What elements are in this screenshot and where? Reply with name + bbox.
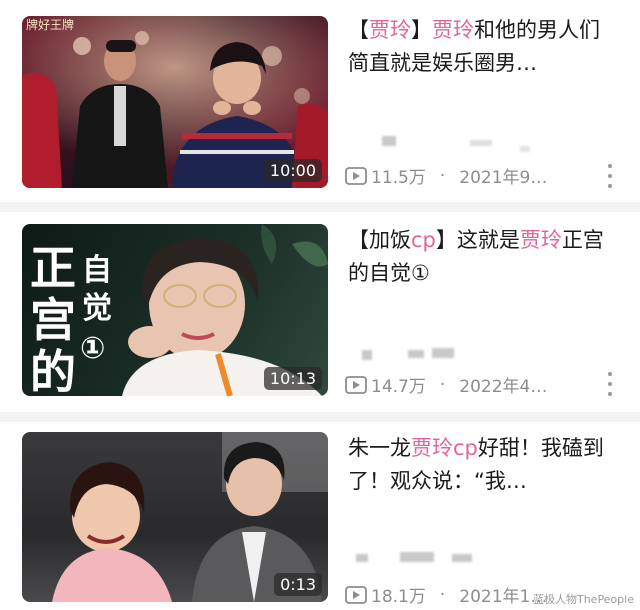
author-info-blurred: [408, 350, 424, 358]
author-info-blurred: [520, 146, 530, 152]
svg-text:正: 正: [30, 241, 76, 295]
card-divider: [0, 202, 640, 212]
view-count: 11.5万: [371, 168, 426, 188]
video-duration: 10:13: [263, 367, 322, 390]
video-duration: 0:13: [274, 573, 322, 596]
author-info-blurred: [356, 554, 368, 562]
video-meta: 18.1万 · 2021年1…: [345, 582, 547, 607]
view-count: 18.1万: [371, 587, 426, 607]
svg-text:觉: 觉: [82, 291, 112, 326]
more-options-icon[interactable]: [606, 372, 614, 396]
publish-date: 2022年4…: [459, 377, 548, 397]
author-info-blurred: [362, 350, 372, 360]
video-meta: 11.5万 · 2021年9…: [345, 163, 547, 188]
video-title[interactable]: 朱一龙贾玲cp好甜！我磕到了！观众说：“我…: [348, 432, 620, 502]
meta-separator: ·: [439, 165, 446, 186]
author-info-blurred: [432, 348, 454, 358]
author-info-blurred: [382, 136, 396, 146]
video-meta: 14.7万 · 2022年4…: [345, 372, 547, 397]
title-highlight: 贾玲: [519, 228, 562, 252]
meta-separator: ·: [439, 374, 446, 395]
video-title[interactable]: 【加饭cp】这就是贾玲正宫的自觉①: [348, 224, 620, 294]
video-thumbnail[interactable]: 0:13: [22, 432, 328, 602]
play-count-icon: [345, 166, 367, 185]
title-highlight: 贾玲: [369, 18, 411, 42]
video-card[interactable]: 正 宫 的 自 觉 ① 10:13 【加饭cp】这就是贾玲正宫的自觉① 14.7…: [0, 212, 640, 412]
video-thumbnail[interactable]: 牌好王牌 10:00: [22, 16, 328, 188]
play-count-icon: [345, 585, 367, 604]
video-thumbnail[interactable]: 正 宫 的 自 觉 ① 10:13: [22, 224, 328, 396]
view-count: 14.7万: [371, 377, 426, 397]
title-highlight: cp: [411, 228, 436, 252]
author-info-blurred: [452, 554, 472, 562]
thumbnail-caption: 牌好王牌: [26, 18, 74, 32]
video-title[interactable]: 【贾玲】贾玲和他的男人们 简直就是娱乐圈男…: [348, 14, 620, 84]
title-text: 【加饭: [348, 228, 411, 252]
svg-text:宫: 宫: [30, 293, 76, 347]
author-info-blurred: [470, 140, 492, 146]
publish-date: 2021年9…: [459, 168, 548, 188]
title-text: 】这就是: [435, 228, 520, 252]
svg-text:①: ①: [80, 331, 105, 366]
title-text: 【: [348, 18, 369, 42]
video-card[interactable]: 0:13 朱一龙贾玲cp好甜！我磕到了！观众说：“我… 18.1万 · 2021…: [0, 422, 640, 610]
svg-text:的: 的: [30, 345, 76, 396]
svg-text:自: 自: [82, 253, 112, 288]
play-count-icon: [345, 375, 367, 394]
author-info-blurred: [400, 552, 434, 562]
title-highlight: 贾玲cp: [411, 436, 478, 460]
title-text: 】: [411, 18, 432, 42]
card-divider: [0, 412, 640, 422]
watermark: 蓝极人物ThePeople: [532, 593, 634, 606]
video-card[interactable]: 牌好王牌 10:00 【贾玲】贾玲和他的男人们 简直就是娱乐圈男… 11.5万 …: [0, 0, 640, 200]
video-duration: 10:00: [263, 159, 322, 182]
thumbnail-overlay-text: 正 宫 的 自 觉 ①: [30, 241, 112, 396]
title-highlight: 贾玲: [432, 18, 474, 42]
meta-separator: ·: [439, 584, 446, 605]
title-text: 朱一龙: [348, 436, 411, 460]
more-options-icon[interactable]: [606, 164, 614, 188]
